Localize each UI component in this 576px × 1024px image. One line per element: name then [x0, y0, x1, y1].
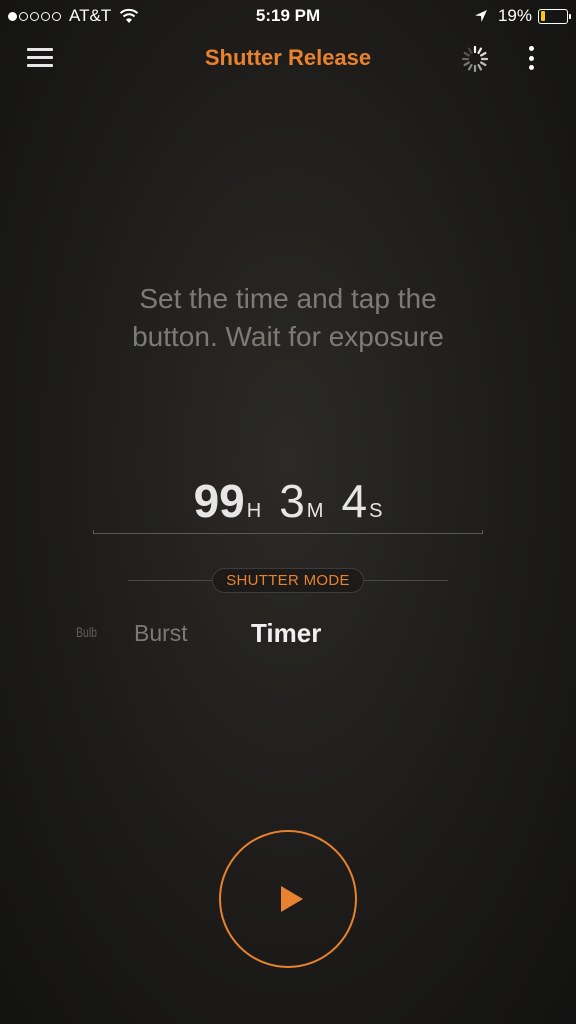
- battery-icon: [538, 8, 571, 24]
- more-options-icon[interactable]: [523, 44, 539, 72]
- mode-option-timer[interactable]: Timer: [251, 618, 321, 649]
- loading-spinner-icon: [461, 45, 489, 73]
- status-bar: AT&T 5:19 PM 19%: [0, 0, 576, 32]
- battery-percent: 19%: [497, 6, 532, 25]
- battery-level: [540, 11, 546, 21]
- timer-minutes-unit: M: [306, 500, 324, 522]
- timer-minutes[interactable]: 3: [279, 475, 305, 527]
- timer-hours[interactable]: 99: [194, 475, 245, 527]
- timer-underline: [93, 530, 483, 534]
- play-icon: [281, 886, 303, 912]
- mode-option-bulb[interactable]: Bulb: [76, 624, 97, 640]
- shutter-mode-label: SHUTTER MODE: [212, 568, 364, 593]
- location-arrow-icon: [474, 10, 487, 22]
- mode-option-burst[interactable]: Burst: [134, 620, 188, 647]
- timer-hours-unit: H: [246, 500, 262, 522]
- timer-seconds[interactable]: 4: [341, 475, 367, 527]
- start-button[interactable]: [219, 830, 357, 968]
- nav-bar: Shutter Release: [0, 32, 576, 88]
- timer-display[interactable]: 99 H 3 M 4 S: [0, 474, 576, 528]
- status-right: 19%: [474, 6, 571, 26]
- timer-seconds-unit: S: [369, 500, 383, 522]
- instruction-text: Set the time and tap the button. Wait fo…: [132, 283, 444, 352]
